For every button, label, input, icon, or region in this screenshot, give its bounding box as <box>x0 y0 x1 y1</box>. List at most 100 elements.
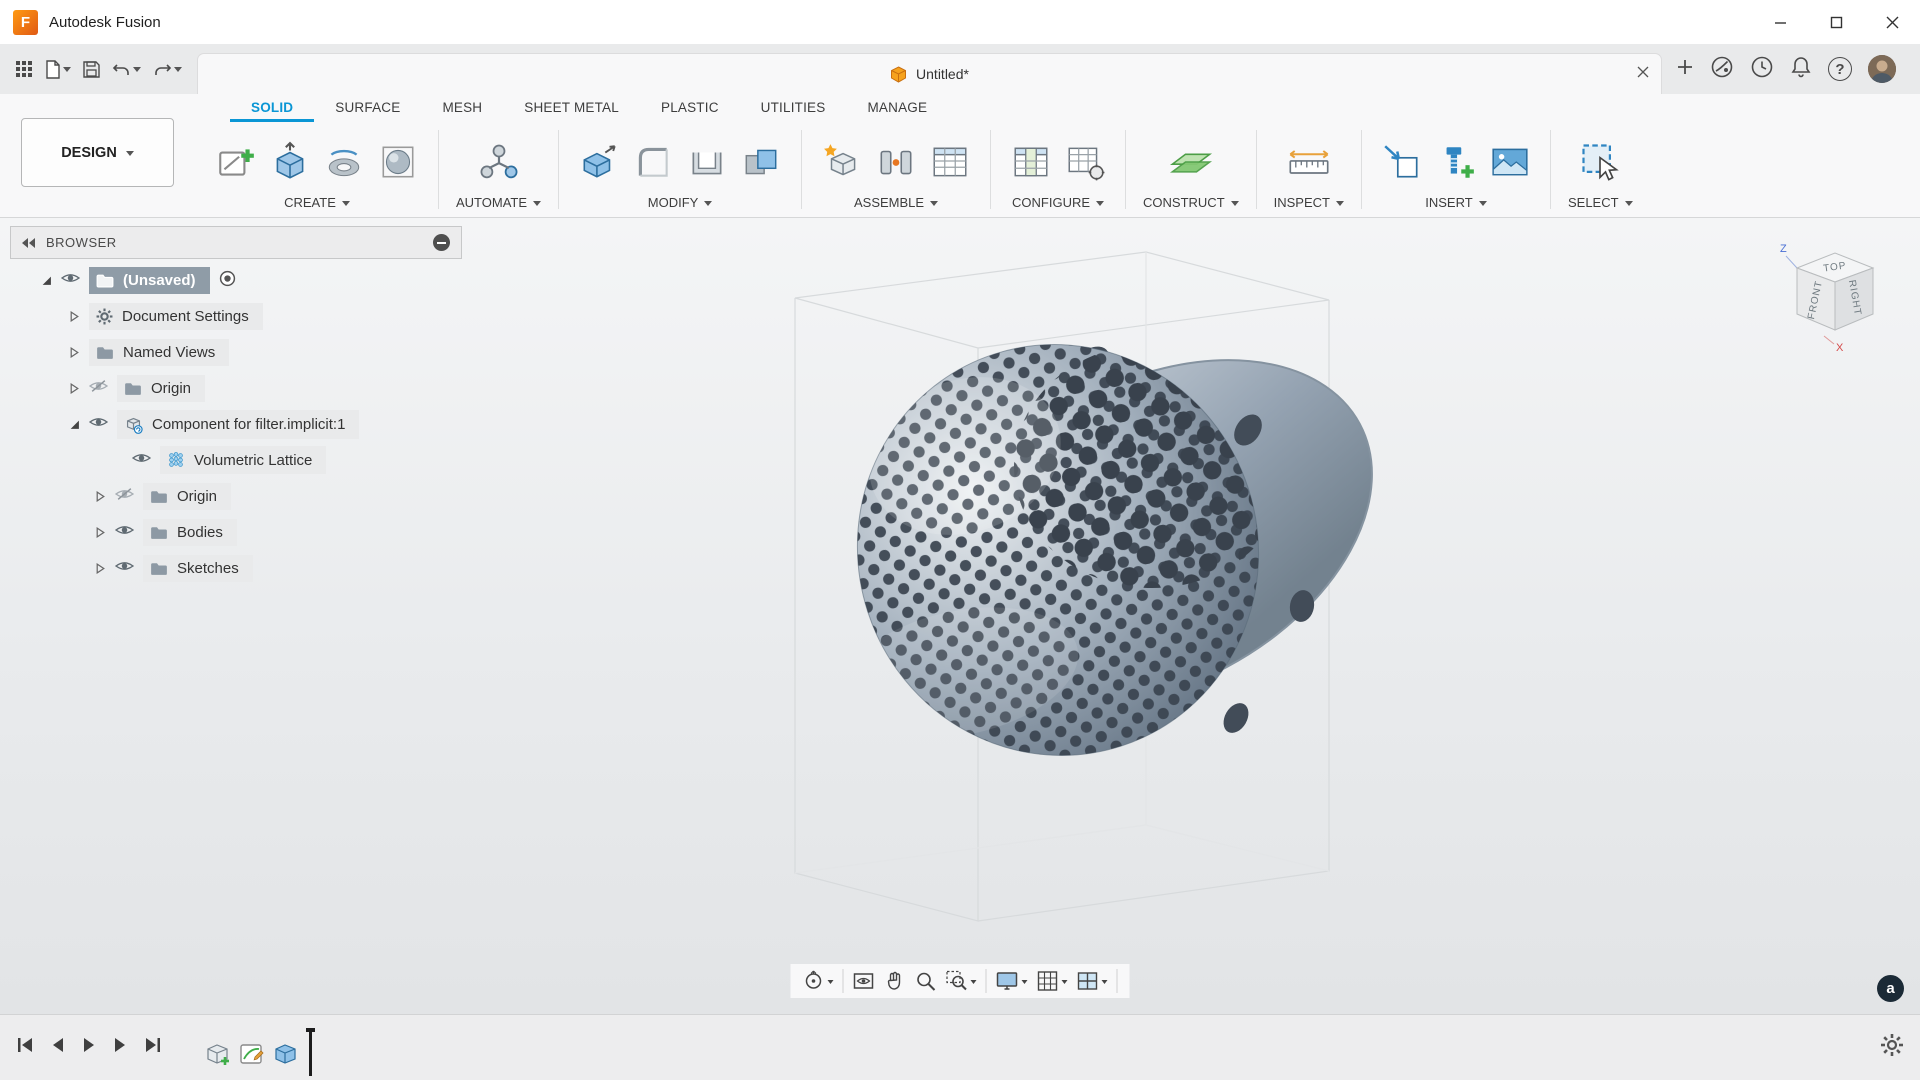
collapsed-arrow-icon[interactable] <box>68 311 80 322</box>
insert-image-icon[interactable] <box>1487 139 1533 185</box>
collapsed-arrow-icon[interactable] <box>68 347 80 358</box>
redo-button[interactable] <box>148 51 187 87</box>
help-icon[interactable]: ? <box>1828 57 1852 81</box>
assistant-icon[interactable]: a <box>1877 975 1904 1002</box>
insert-derive-icon[interactable] <box>1379 139 1425 185</box>
job-status-icon[interactable] <box>1750 55 1774 84</box>
press-pull-icon[interactable] <box>576 139 622 185</box>
play-button[interactable] <box>81 1036 97 1059</box>
file-menu-button[interactable] <box>40 51 76 87</box>
primitive-icon[interactable] <box>375 139 421 185</box>
automate-icon[interactable] <box>476 139 522 185</box>
window-zoom-icon[interactable] <box>946 970 977 992</box>
shell-icon[interactable] <box>684 139 730 185</box>
new-component-icon[interactable] <box>819 139 865 185</box>
tree-item-volumetric-lattice[interactable]: Volumetric Lattice <box>10 442 462 478</box>
timeline-position-marker[interactable] <box>309 1028 312 1076</box>
workspace-selector[interactable]: DESIGN <box>21 118 174 187</box>
measure-icon[interactable] <box>1286 139 1332 185</box>
tree-item-bodies[interactable]: Bodies <box>10 514 462 550</box>
expanded-arrow-icon[interactable] <box>68 419 80 430</box>
tree-item-named-views[interactable]: Named Views <box>10 334 462 370</box>
create-sketch-icon[interactable] <box>213 139 259 185</box>
tree-item-origin-root[interactable]: Origin <box>10 370 462 406</box>
collapsed-arrow-icon[interactable] <box>94 491 106 502</box>
grid-display-icon[interactable] <box>1037 970 1068 992</box>
notifications-bell-icon[interactable] <box>1790 55 1812 84</box>
tab-plastic[interactable]: PLASTIC <box>640 100 740 122</box>
combine-icon[interactable] <box>738 139 784 185</box>
visibility-off-eye-icon[interactable] <box>115 487 134 505</box>
step-forward-button[interactable] <box>112 1036 128 1059</box>
form-feature-icon[interactable] <box>204 1040 231 1072</box>
viewports-icon[interactable] <box>1077 970 1108 992</box>
tab-surface[interactable]: SURFACE <box>314 100 421 122</box>
construction-plane-icon[interactable] <box>1168 139 1214 185</box>
fillet-icon[interactable] <box>630 139 676 185</box>
view-cube[interactable]: Z TOP FRONT RIGHT X <box>1772 236 1896 360</box>
visibility-off-eye-icon[interactable] <box>89 379 108 397</box>
tree-item-component[interactable]: Component for filter.implicit:1 <box>10 406 462 442</box>
tab-close-icon[interactable] <box>1637 65 1649 83</box>
collapse-all-icon[interactable] <box>433 234 450 251</box>
go-to-start-button[interactable] <box>16 1036 35 1059</box>
visibility-eye-icon[interactable] <box>89 415 108 433</box>
select-dropdown[interactable]: SELECT <box>1568 195 1633 210</box>
manage-configurations-icon[interactable] <box>1062 139 1108 185</box>
extrude-icon[interactable] <box>267 139 313 185</box>
look-at-icon[interactable] <box>853 970 875 992</box>
browser-header[interactable]: BROWSER <box>10 226 462 259</box>
select-icon[interactable] <box>1577 139 1623 185</box>
user-avatar[interactable] <box>1868 55 1896 83</box>
orbit-icon[interactable] <box>803 970 834 992</box>
tab-sheet-metal[interactable]: SHEET METAL <box>503 100 640 122</box>
collapsed-arrow-icon[interactable] <box>94 563 106 574</box>
tab-solid[interactable]: SOLID <box>230 100 314 122</box>
create-dropdown[interactable]: CREATE <box>284 195 350 210</box>
collapse-panel-icon[interactable] <box>22 238 36 248</box>
close-button[interactable] <box>1864 0 1920 44</box>
tree-item-sketches[interactable]: Sketches <box>10 550 462 586</box>
timeline-settings-gear-icon[interactable] <box>1880 1033 1904 1062</box>
configuration-table-icon[interactable] <box>1008 139 1054 185</box>
tree-item-origin-component[interactable]: Origin <box>10 478 462 514</box>
tab-manage[interactable]: MANAGE <box>846 100 948 122</box>
joint-icon[interactable] <box>873 139 919 185</box>
insert-dropdown[interactable]: INSERT <box>1425 195 1486 210</box>
visibility-eye-icon[interactable] <box>132 451 151 469</box>
tab-utilities[interactable]: UTILITIES <box>740 100 847 122</box>
automate-dropdown[interactable]: AUTOMATE <box>456 195 541 210</box>
activate-radio-icon[interactable] <box>219 270 236 291</box>
viewport-canvas[interactable]: BROWSER (Unsaved) <box>0 218 1920 1014</box>
maximize-button[interactable] <box>1808 0 1864 44</box>
visibility-eye-icon[interactable] <box>115 559 134 577</box>
construct-dropdown[interactable]: CONSTRUCT <box>1143 195 1239 210</box>
go-to-end-button[interactable] <box>143 1036 162 1059</box>
collapsed-arrow-icon[interactable] <box>94 527 106 538</box>
configure-dropdown[interactable]: CONFIGURE <box>1012 195 1104 210</box>
revolve-icon[interactable] <box>321 139 367 185</box>
collapsed-arrow-icon[interactable] <box>68 383 80 394</box>
visibility-eye-icon[interactable] <box>61 271 80 289</box>
root-document[interactable]: (Unsaved) <box>89 267 210 294</box>
pan-icon[interactable] <box>884 970 906 992</box>
step-back-button[interactable] <box>50 1036 66 1059</box>
sketch-feature-icon[interactable] <box>238 1040 265 1072</box>
bom-table-icon[interactable] <box>927 139 973 185</box>
insert-fastener-icon[interactable] <box>1433 139 1479 185</box>
visibility-eye-icon[interactable] <box>115 523 134 541</box>
tree-item-root[interactable]: (Unsaved) <box>10 262 462 298</box>
assemble-dropdown[interactable]: ASSEMBLE <box>854 195 938 210</box>
tree-item-document-settings[interactable]: Document Settings <box>10 298 462 334</box>
save-button[interactable] <box>78 51 105 87</box>
body-feature-icon[interactable] <box>272 1040 299 1072</box>
minimize-button[interactable] <box>1752 0 1808 44</box>
extensions-icon[interactable] <box>1710 55 1734 84</box>
display-settings-icon[interactable] <box>996 970 1028 992</box>
undo-button[interactable] <box>107 51 146 87</box>
expanded-arrow-icon[interactable] <box>40 275 52 286</box>
tab-mesh[interactable]: MESH <box>421 100 503 122</box>
modify-dropdown[interactable]: MODIFY <box>648 195 713 210</box>
new-tab-button[interactable] <box>1676 58 1694 81</box>
zoom-icon[interactable] <box>915 970 937 992</box>
